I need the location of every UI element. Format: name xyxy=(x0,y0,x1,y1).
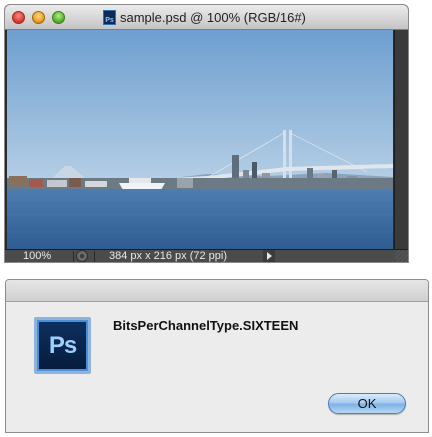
document-window: Ps sample.psd @ 100% (RGB/16#) 100% 384 … xyxy=(5,5,408,262)
harbor-photo xyxy=(7,30,393,249)
photoshop-logo: Ps xyxy=(37,320,88,371)
image-canvas[interactable] xyxy=(7,30,393,249)
alert-dialog: Ps BitsPerChannelType.SIXTEEN OK xyxy=(5,279,429,433)
ok-button[interactable]: OK xyxy=(328,393,406,414)
status-separator xyxy=(73,251,74,262)
document-titlebar[interactable]: Ps sample.psd @ 100% (RGB/16#) xyxy=(5,5,408,30)
photoshop-app-icon: Ps xyxy=(34,317,91,374)
close-button[interactable] xyxy=(12,11,25,24)
status-menu-arrow-icon[interactable] xyxy=(263,250,275,262)
status-bar: 100% 384 px x 216 px (72 ppi) xyxy=(5,249,408,262)
psd-file-icon: Ps xyxy=(103,10,116,25)
document-info-text: 384 px x 216 px (72 ppi) xyxy=(109,250,228,262)
document-title: Ps sample.psd @ 100% (RGB/16#) xyxy=(103,9,306,26)
vertical-scrollbar[interactable] xyxy=(394,30,408,249)
minimize-button[interactable] xyxy=(32,11,45,24)
status-options-icon[interactable] xyxy=(76,250,88,262)
dialog-titlebar[interactable] xyxy=(6,280,428,302)
zoom-level-field[interactable]: 100% xyxy=(9,249,71,262)
document-title-text: sample.psd @ 100% (RGB/16#) xyxy=(120,10,306,25)
zoom-button[interactable] xyxy=(52,11,65,24)
dialog-message: BitsPerChannelType.SIXTEEN xyxy=(113,318,299,333)
status-separator xyxy=(94,251,95,262)
resize-grip-icon[interactable] xyxy=(395,250,408,262)
